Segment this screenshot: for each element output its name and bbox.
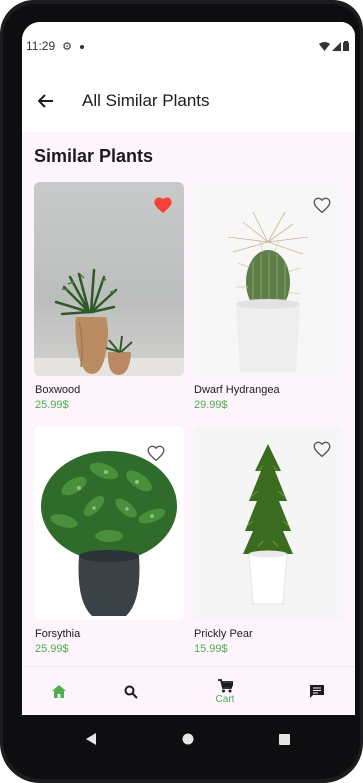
plant-image[interactable] <box>193 182 343 376</box>
notification-dot-icon <box>80 45 85 49</box>
nav-cart-label: Cart <box>215 693 235 705</box>
wifi-icon <box>319 41 330 51</box>
cart-icon <box>217 678 233 692</box>
battery-icon <box>343 41 349 51</box>
back-triangle-icon[interactable] <box>86 733 96 745</box>
phone-frame: 11:29 ⚙ All Similar Plants Similar Plant… <box>0 0 363 783</box>
bottom-navigation: Cart <box>22 666 355 715</box>
search-icon <box>124 685 138 699</box>
plant-name: Boxwood <box>35 384 81 396</box>
plant-card[interactable]: Forsythia 25.99$ <box>34 426 184 655</box>
signal-icon <box>332 41 341 51</box>
plant-card[interactable]: Boxwood 25.99$ <box>34 182 184 411</box>
section-title: Similar Plants <box>34 146 154 166</box>
gear-icon: ⚙ <box>62 40 73 53</box>
home-icon <box>52 685 66 698</box>
nav-home[interactable] <box>44 667 74 715</box>
heart-outline-icon[interactable] <box>312 196 332 214</box>
plant-price: 25.99$ <box>35 399 69 411</box>
plant-name: Prickly Pear <box>194 628 253 640</box>
plant-card[interactable]: Prickly Pear 15.99$ <box>193 426 343 655</box>
nav-chat[interactable] <box>302 667 332 715</box>
recents-square-icon[interactable] <box>279 733 290 745</box>
plant-image[interactable] <box>34 426 184 620</box>
plant-price: 29.99$ <box>194 399 228 411</box>
plant-price: 15.99$ <box>194 643 228 655</box>
plant-name: Forsythia <box>35 628 81 640</box>
arrow-back-icon[interactable] <box>36 91 56 111</box>
plant-image[interactable] <box>193 426 343 620</box>
plant-image[interactable] <box>34 182 184 376</box>
plant-card[interactable]: Dwarf Hydrangea 29.99$ <box>193 182 343 411</box>
heart-filled-icon[interactable] <box>153 196 173 214</box>
plant-price: 25.99$ <box>35 643 69 655</box>
page-title: All Similar Plants <box>82 91 210 110</box>
nav-cart[interactable]: Cart <box>207 667 243 715</box>
status-bar: 11:29 ⚙ <box>22 22 355 70</box>
system-navigation-bar <box>22 715 355 763</box>
app-bar: All Similar Plants <box>22 70 355 132</box>
status-time: 11:29 <box>26 39 56 53</box>
plant-name: Dwarf Hydrangea <box>194 384 280 396</box>
heart-outline-icon[interactable] <box>312 440 332 458</box>
home-circle-icon[interactable] <box>182 733 194 745</box>
heart-outline-icon[interactable] <box>146 444 166 462</box>
app-screen: 11:29 ⚙ All Similar Plants Similar Plant… <box>22 22 355 715</box>
nav-search[interactable] <box>116 667 146 715</box>
chat-icon <box>310 684 324 698</box>
